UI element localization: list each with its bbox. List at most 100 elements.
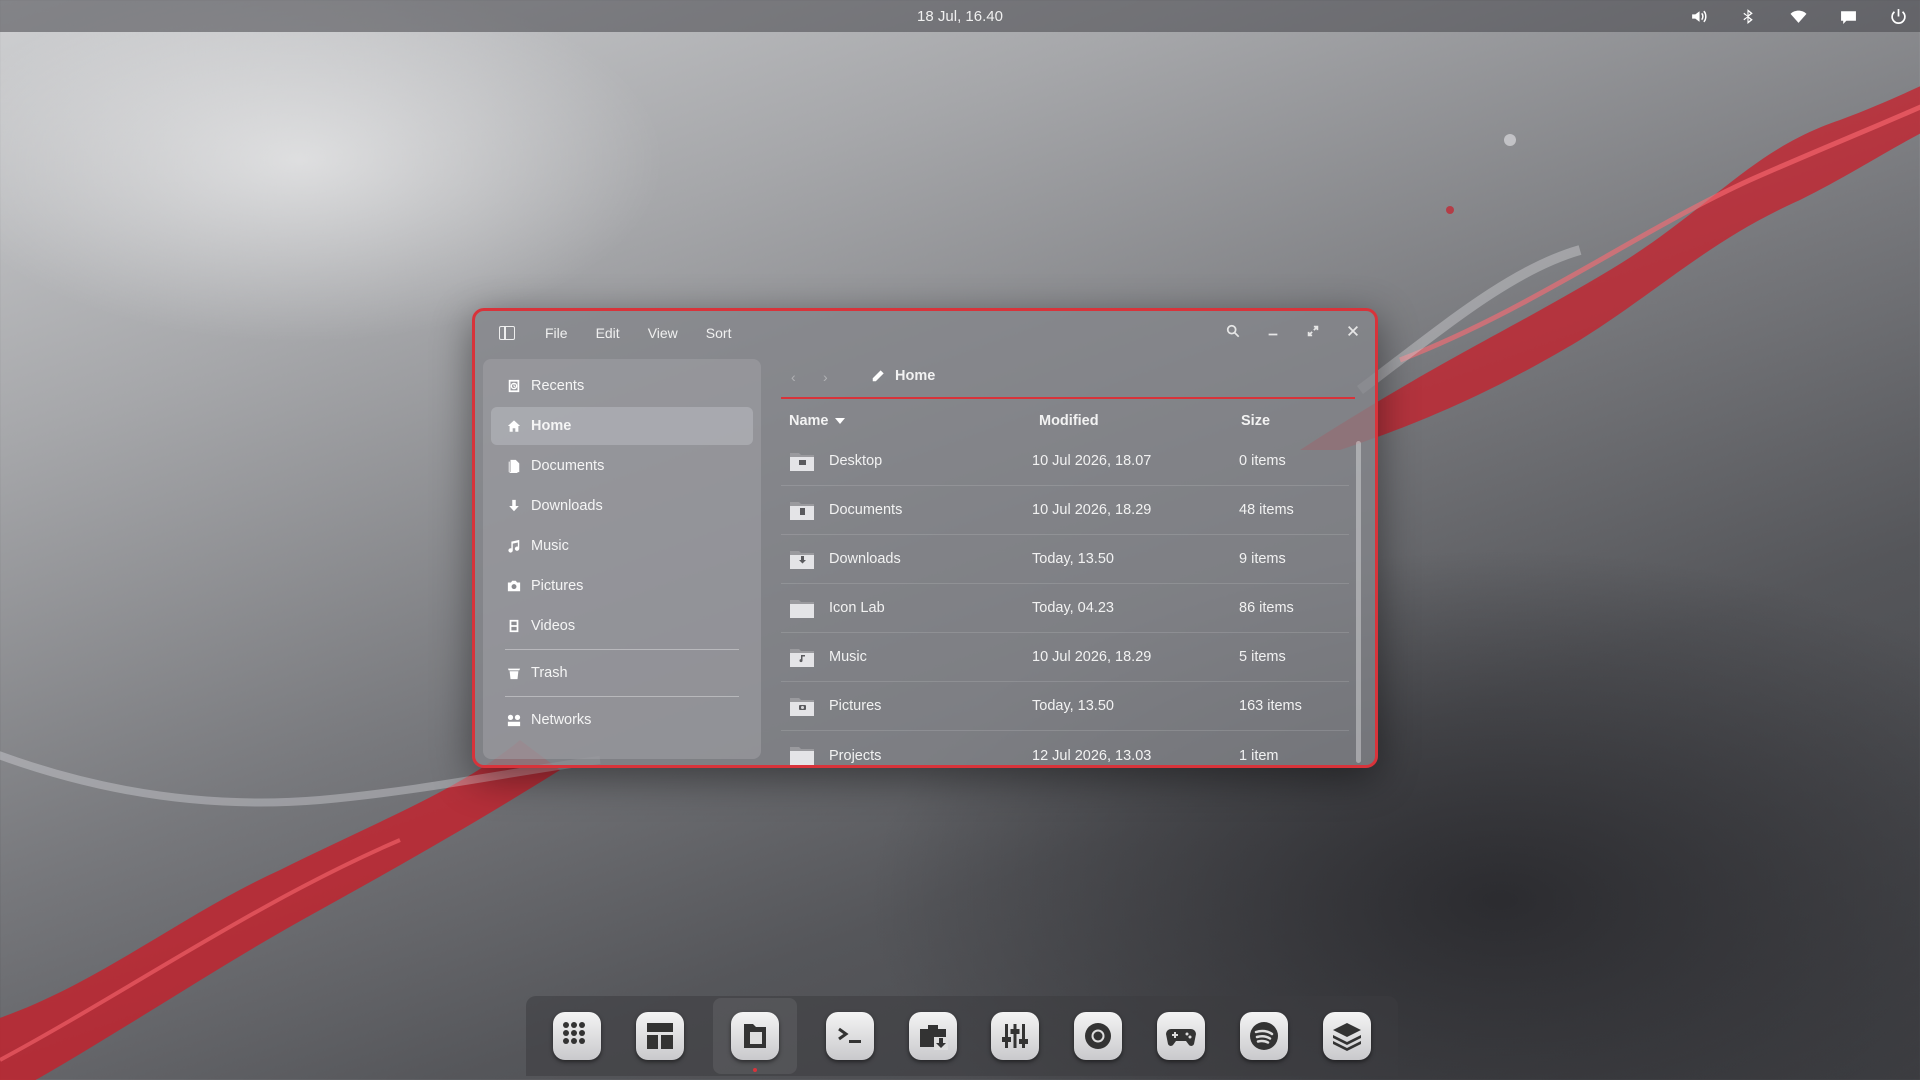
file-row[interactable]: Music 10 Jul 2026, 18.29 5 items bbox=[781, 633, 1349, 682]
window-controls bbox=[1225, 323, 1361, 339]
sidebar-item-recents[interactable]: Recents bbox=[491, 367, 753, 405]
sidebar-item-videos[interactable]: Videos bbox=[491, 607, 753, 645]
minimize-icon[interactable] bbox=[1265, 323, 1281, 339]
file-size: 0 items bbox=[1239, 453, 1286, 469]
breadcrumb[interactable]: Home bbox=[871, 368, 935, 384]
sidebar-item-downloads[interactable]: Downloads bbox=[491, 487, 753, 525]
folder-icon bbox=[790, 453, 814, 471]
file-view: ‹ › Home Name Modified Size Desktop 10 Ju… bbox=[781, 359, 1363, 765]
sidebar-item-networks[interactable]: Networks bbox=[491, 701, 753, 739]
workspace-icon bbox=[636, 1012, 685, 1060]
stack-icon bbox=[1322, 1012, 1371, 1060]
file-modified: Today, 04.23 bbox=[1032, 600, 1114, 616]
sidebar-divider bbox=[505, 696, 739, 697]
sidebar-item-pictures[interactable]: Pictures bbox=[491, 567, 753, 605]
network-icon bbox=[507, 714, 521, 727]
file-list: Desktop 10 Jul 2026, 18.07 0 items Document… bbox=[781, 437, 1349, 765]
folder-icon bbox=[790, 649, 814, 667]
menu-view[interactable]: View bbox=[648, 325, 678, 341]
dock-item-package-installer[interactable] bbox=[903, 1006, 963, 1066]
file-row[interactable]: Projects 12 Jul 2026, 13.03 1 item bbox=[781, 731, 1349, 765]
camera-icon bbox=[507, 580, 521, 592]
close-icon[interactable] bbox=[1345, 323, 1361, 339]
column-headers: Name Modified Size bbox=[781, 407, 1363, 435]
file-row[interactable]: Documents 10 Jul 2026, 18.29 48 items bbox=[781, 486, 1349, 535]
file-size: 48 items bbox=[1239, 502, 1294, 518]
path-underline bbox=[781, 397, 1355, 399]
file-row[interactable]: Downloads Today, 13.50 9 items bbox=[781, 535, 1349, 584]
sidebar-divider bbox=[505, 649, 739, 650]
spotify-icon bbox=[1239, 1012, 1288, 1060]
system-tray bbox=[1688, 0, 1908, 32]
menu-file[interactable]: File bbox=[545, 325, 568, 341]
file-modified: 12 Jul 2026, 13.03 bbox=[1032, 747, 1152, 764]
sidebar-item-label: Networks bbox=[531, 712, 592, 728]
dock-item-terminal[interactable] bbox=[820, 1006, 880, 1066]
dock-item-spotify[interactable] bbox=[1234, 1006, 1294, 1066]
column-size[interactable]: Size bbox=[1241, 413, 1270, 429]
folder-icon bbox=[790, 698, 814, 716]
file-modified: Today, 13.50 bbox=[1032, 551, 1114, 567]
dock-item-files[interactable] bbox=[712, 998, 797, 1074]
power-icon[interactable] bbox=[1888, 6, 1908, 26]
home-icon bbox=[507, 420, 521, 432]
clock[interactable]: 18 Jul, 16.40 bbox=[917, 8, 1003, 25]
file-name: Pictures bbox=[829, 698, 882, 714]
bluetooth-icon[interactable] bbox=[1738, 6, 1758, 26]
sidebar-item-documents[interactable]: Documents bbox=[491, 447, 753, 485]
dock-item-gamepad[interactable] bbox=[1151, 1006, 1211, 1066]
running-indicator bbox=[752, 1068, 757, 1072]
file-name: Desktop bbox=[829, 453, 883, 469]
file-size: 1 item bbox=[1239, 747, 1279, 764]
sidebar-toggle-icon[interactable] bbox=[499, 326, 515, 340]
pencil-icon bbox=[872, 370, 884, 382]
clock-icon bbox=[508, 379, 520, 393]
file-size: 5 items bbox=[1239, 649, 1286, 665]
dock-item-workspace[interactable] bbox=[630, 1006, 690, 1066]
file-size: 9 items bbox=[1239, 551, 1286, 567]
file-row[interactable]: Icon Lab Today, 04.23 86 items bbox=[781, 584, 1349, 633]
sidebar-item-label: Music bbox=[531, 538, 569, 554]
file-name: Icon Lab bbox=[829, 600, 885, 616]
top-bar: 18 Jul, 16.40 bbox=[0, 0, 1920, 32]
files-icon bbox=[730, 1012, 779, 1060]
sidebar-item-label: Trash bbox=[531, 665, 568, 681]
document-icon bbox=[508, 459, 520, 473]
folder-icon bbox=[790, 747, 814, 765]
music-icon bbox=[508, 539, 520, 553]
sidebar-item-trash[interactable]: Trash bbox=[491, 654, 753, 692]
sidebar-item-label: Videos bbox=[531, 618, 576, 634]
file-size: 163 items bbox=[1239, 698, 1302, 714]
wifi-icon[interactable] bbox=[1788, 6, 1808, 26]
file-modified: 10 Jul 2026, 18.29 bbox=[1032, 649, 1152, 665]
column-modified[interactable]: Modified bbox=[1039, 413, 1099, 429]
menu-edit[interactable]: Edit bbox=[596, 325, 620, 341]
back-arrow-icon[interactable]: ‹ bbox=[791, 369, 796, 385]
trash-icon bbox=[507, 668, 521, 680]
file-row[interactable]: Pictures Today, 13.50 163 items bbox=[781, 682, 1349, 731]
path-bar: ‹ › Home bbox=[781, 359, 1363, 395]
sidebar-item-music[interactable]: Music bbox=[491, 527, 753, 565]
chat-icon[interactable] bbox=[1838, 6, 1858, 26]
file-name: Music bbox=[829, 649, 867, 665]
download-icon bbox=[509, 499, 519, 512]
dock-item-app-grid[interactable] bbox=[547, 1006, 607, 1066]
sidebar-item-home[interactable]: Home bbox=[491, 407, 753, 445]
folder-icon bbox=[790, 502, 814, 520]
dock-item-mixer[interactable] bbox=[985, 1006, 1045, 1066]
mixer-icon bbox=[991, 1012, 1040, 1060]
forward-arrow-icon[interactable]: › bbox=[823, 369, 828, 385]
file-name: Downloads bbox=[829, 551, 901, 567]
column-name[interactable]: Name bbox=[789, 413, 845, 429]
menu-sort[interactable]: Sort bbox=[706, 325, 732, 341]
column-name-label: Name bbox=[789, 413, 829, 429]
dock-item-stack[interactable] bbox=[1317, 1006, 1377, 1066]
dock-item-chrome[interactable] bbox=[1068, 1006, 1128, 1066]
volume-icon[interactable] bbox=[1688, 6, 1708, 26]
scrollbar[interactable] bbox=[1356, 441, 1361, 763]
file-row[interactable]: Desktop 10 Jul 2026, 18.07 0 items bbox=[781, 437, 1349, 486]
file-modified: 10 Jul 2026, 18.07 bbox=[1032, 453, 1152, 469]
menu-bar: File Edit View Sort bbox=[545, 325, 731, 341]
maximize-icon[interactable] bbox=[1305, 323, 1321, 339]
search-icon[interactable] bbox=[1225, 323, 1241, 339]
